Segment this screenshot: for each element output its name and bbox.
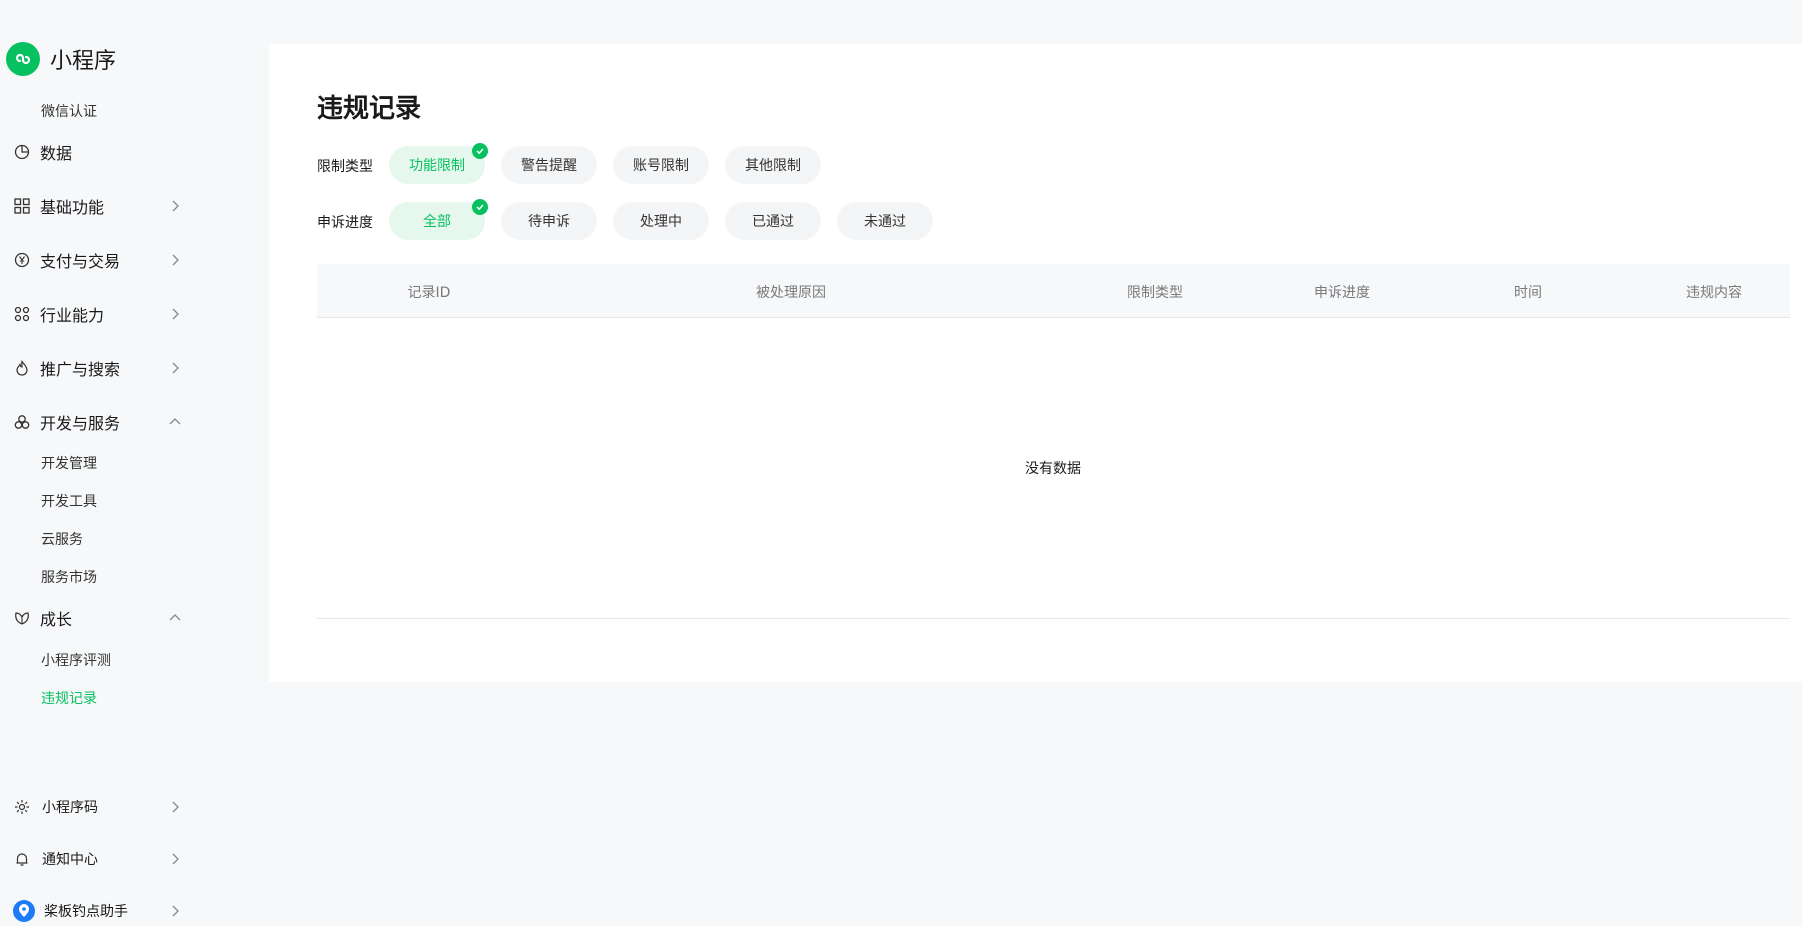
chip-account-restriction[interactable]: 账号限制 — [613, 146, 709, 184]
sidebar-item-label: 成长 — [40, 610, 73, 629]
sidebar-item-dev[interactable]: 开发与服务 — [13, 408, 183, 436]
chip-label: 功能限制 — [409, 158, 465, 174]
filter-label-appeal: 申诉进度 — [317, 215, 373, 231]
check-icon — [472, 143, 488, 159]
sidebar-item-qrcode[interactable]: 小程序码 — [13, 793, 183, 821]
industry-icon — [13, 305, 31, 323]
sidebar: 小程序 微信认证 数据 基础功能 支付与交易 行业能力 推广与搜索 开发与服务 … — [0, 0, 230, 926]
column-header-content: 违规内容 — [1686, 285, 1742, 301]
chip-label: 已通过 — [752, 214, 794, 230]
chevron-right-icon — [172, 853, 179, 865]
sidebar-item-dev-tools[interactable]: 开发工具 — [41, 491, 97, 511]
check-icon — [472, 199, 488, 215]
column-header-restriction-type: 限制类型 — [1127, 285, 1183, 301]
table-divider — [317, 618, 1790, 619]
chevron-up-icon — [169, 614, 181, 621]
chip-label: 其他限制 — [745, 158, 801, 174]
chip-label: 全部 — [423, 214, 451, 230]
sidebar-item-label: 推广与搜索 — [40, 360, 121, 379]
filter-label-restriction: 限制类型 — [317, 159, 373, 175]
sidebar-item-market[interactable]: 服务市场 — [41, 567, 97, 587]
sidebar-item-label: 基础功能 — [40, 198, 105, 217]
sidebar-item-notify[interactable]: 通知中心 — [13, 845, 183, 873]
location-pin-icon — [13, 900, 35, 922]
yen-icon — [13, 251, 31, 269]
sidebar-item-evaluation[interactable]: 小程序评测 — [41, 650, 111, 670]
sidebar-item-label: 桨板钓点助手 — [44, 904, 128, 920]
chevron-right-icon — [172, 308, 179, 320]
sidebar-item-label: 开发与服务 — [40, 414, 121, 433]
sidebar-item-growth[interactable]: 成长 — [13, 604, 183, 632]
pie-chart-icon — [13, 143, 31, 161]
chip-approved[interactable]: 已通过 — [725, 202, 821, 240]
sidebar-item-label: 通知中心 — [42, 852, 98, 868]
sidebar-item-label: 小程序码 — [42, 800, 98, 816]
sidebar-item-label: 数据 — [40, 144, 73, 163]
chevron-right-icon — [172, 801, 179, 813]
sidebar-item-label: 支付与交易 — [40, 252, 121, 271]
sidebar-item-helper[interactable]: 桨板钓点助手 — [13, 897, 183, 925]
chip-processing[interactable]: 处理中 — [613, 202, 709, 240]
flame-icon — [13, 359, 31, 377]
sun-icon — [13, 798, 31, 816]
column-header-reason: 被处理原因 — [756, 285, 826, 301]
chevron-right-icon — [172, 362, 179, 374]
sidebar-item-label: 行业能力 — [40, 306, 105, 325]
sidebar-item-basic[interactable]: 基础功能 — [13, 192, 183, 220]
sidebar-item-payment[interactable]: 支付与交易 — [13, 246, 183, 274]
sidebar-item-cloud[interactable]: 云服务 — [41, 529, 83, 549]
column-header-appeal-status: 申诉进度 — [1314, 285, 1370, 301]
chevron-right-icon — [172, 905, 179, 917]
chip-label: 警告提醒 — [521, 158, 577, 174]
chip-warning[interactable]: 警告提醒 — [501, 146, 597, 184]
chevron-right-icon — [172, 254, 179, 266]
grid-icon — [13, 197, 31, 215]
bell-icon — [13, 850, 31, 868]
sidebar-item-wechat-verify[interactable]: 微信认证 — [41, 101, 97, 121]
chip-label: 处理中 — [640, 214, 682, 230]
chevron-up-icon — [169, 418, 181, 425]
chip-other-restriction[interactable]: 其他限制 — [725, 146, 821, 184]
chip-pending-appeal[interactable]: 待申诉 — [501, 202, 597, 240]
services-icon — [13, 413, 31, 431]
chip-function-restriction[interactable]: 功能限制 — [389, 143, 488, 184]
sidebar-item-violations[interactable]: 违规记录 — [41, 688, 97, 708]
sidebar-item-promotion[interactable]: 推广与搜索 — [13, 354, 183, 382]
table-header: 记录ID 被处理原因 限制类型 申诉进度 时间 违规内容 — [317, 264, 1790, 318]
growth-icon — [13, 609, 31, 627]
column-header-time: 时间 — [1514, 285, 1542, 301]
chip-rejected[interactable]: 未通过 — [837, 202, 933, 240]
sidebar-item-data[interactable]: 数据 — [13, 138, 183, 166]
chevron-right-icon — [172, 200, 179, 212]
brand[interactable]: 小程序 — [6, 42, 116, 76]
miniprogram-logo-icon — [6, 42, 40, 76]
chip-label: 账号限制 — [633, 158, 689, 174]
sidebar-item-industry[interactable]: 行业能力 — [13, 300, 183, 328]
brand-title: 小程序 — [50, 49, 117, 74]
chip-label: 待申诉 — [528, 214, 570, 230]
chip-label: 未通过 — [864, 214, 906, 230]
page-title: 违规记录 — [317, 94, 422, 124]
chip-all[interactable]: 全部 — [389, 199, 488, 240]
sidebar-item-dev-manage[interactable]: 开发管理 — [41, 453, 97, 473]
empty-state-text: 没有数据 — [1025, 461, 1081, 477]
main-panel: 违规记录 限制类型 功能限制 警告提醒 账号限制 其他限制 申诉进度 全部 待申… — [269, 44, 1802, 682]
column-header-record-id: 记录ID — [407, 285, 451, 301]
